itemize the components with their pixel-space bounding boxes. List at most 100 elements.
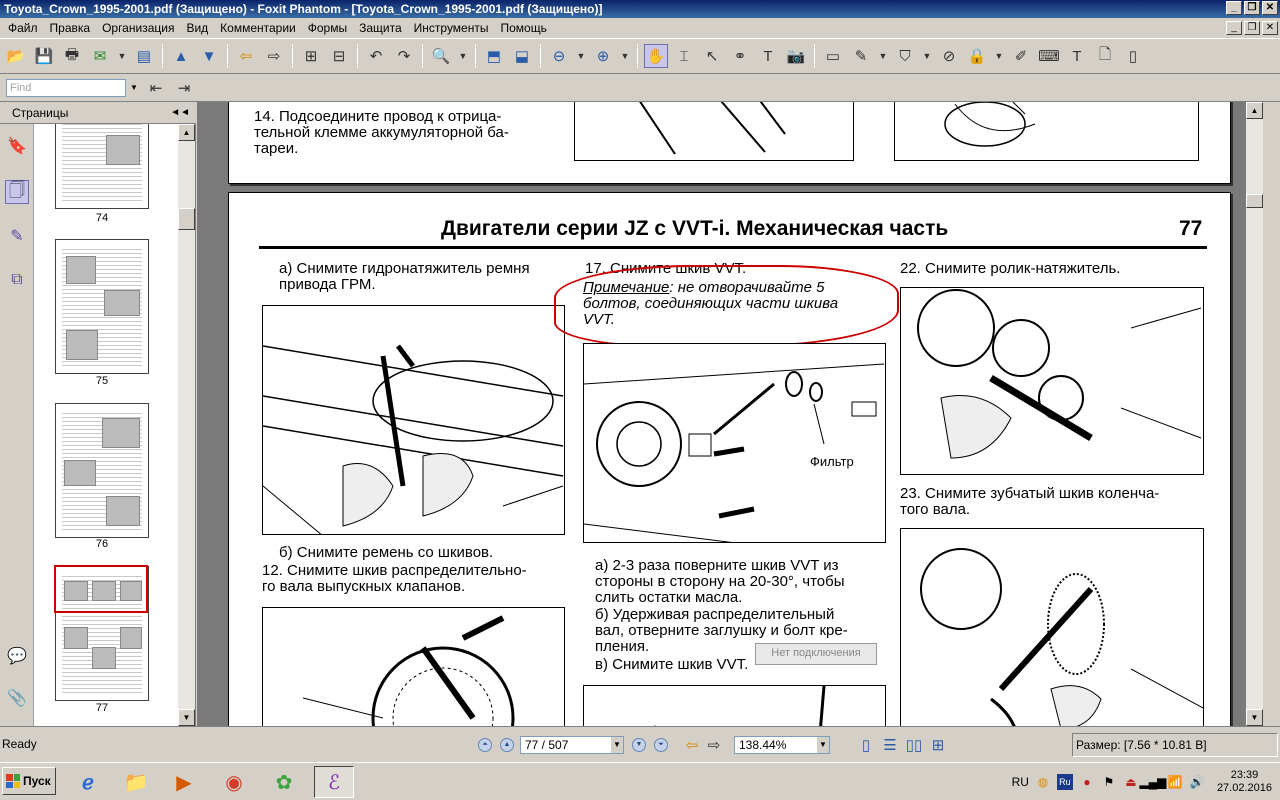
document-viewer[interactable]: 14. Подсоедините провод к отрица- тельно… [197, 102, 1263, 726]
menu-forms[interactable]: Формы [302, 21, 353, 35]
doc-close-button[interactable]: ✕ [1262, 21, 1278, 35]
continuous-icon[interactable]: ☰ [878, 733, 902, 757]
zoom-in-icon[interactable]: ⊕ [591, 44, 615, 68]
page-down-icon[interactable]: ▼ [197, 44, 221, 68]
document-icon[interactable]: ▯ [1121, 44, 1145, 68]
previous-page-icon[interactable]: ▲ [500, 738, 514, 752]
document-scrollbar[interactable]: ▲ ▼ [1246, 102, 1263, 726]
menu-comments[interactable]: Комментарии [214, 21, 302, 35]
doc-minimize-button[interactable]: _ [1226, 21, 1242, 35]
tray-app-icon[interactable]: ◍ [1035, 774, 1051, 790]
hand-tool-icon[interactable]: ✋ [644, 44, 668, 68]
zoom-out-icon[interactable]: ⊖ [547, 44, 571, 68]
comments-icon[interactable]: ✎ [5, 224, 29, 248]
hide-annotations-icon[interactable]: ⊘ [937, 44, 961, 68]
page-dropdown-icon[interactable]: ▼ [611, 737, 623, 753]
previous-view-icon[interactable]: ⇦ [680, 733, 704, 757]
thumbnail-page[interactable] [55, 124, 149, 209]
first-page-icon[interactable]: ⏶ [478, 738, 492, 752]
page-up-icon[interactable]: ▲ [169, 44, 193, 68]
collapse-panel-icon[interactable]: ◄◄ [170, 102, 190, 124]
email-icon[interactable]: ✉ [88, 44, 112, 68]
lock-icon[interactable]: 🔒 [965, 44, 989, 68]
doc-restore-button[interactable]: ❐ [1244, 21, 1260, 35]
menu-organize[interactable]: Организация [96, 21, 180, 35]
menu-edit[interactable]: Правка [44, 21, 97, 35]
find-input[interactable]: Find [6, 78, 126, 97]
next-view-icon[interactable]: ⇨ [702, 733, 726, 757]
chrome-icon[interactable]: ◉ [214, 766, 254, 798]
file-explorer-icon[interactable]: 📁 [116, 766, 156, 798]
pencil-icon[interactable]: ✎ [849, 44, 873, 68]
next-page-icon[interactable]: ▼ [632, 738, 646, 752]
bookmarks-icon[interactable]: 🔖 [5, 134, 29, 158]
fit-width-icon[interactable]: ⬓ [510, 44, 534, 68]
open-folder-icon[interactable]: 📂 [4, 44, 28, 68]
attachments-icon[interactable]: 📎 [5, 686, 29, 710]
pencil-dropdown-icon[interactable]: ▼ [877, 44, 889, 68]
text-box-icon[interactable]: T [1065, 44, 1089, 68]
zoom-input[interactable]: 138.44% ▼ [734, 736, 830, 754]
safely-remove-icon[interactable]: ⏏ [1123, 774, 1139, 790]
zoom-in-dropdown-icon[interactable]: ▼ [619, 44, 631, 68]
keyboard-layout-icon[interactable]: Ru [1056, 774, 1073, 790]
zoom-select-dropdown-icon[interactable]: ▼ [817, 737, 829, 753]
scroll-up-icon[interactable]: ▲ [178, 124, 195, 141]
thumbnails-scrollbar[interactable]: ▲ ▼ [178, 124, 195, 726]
find-previous-icon[interactable]: ⇤ [144, 76, 168, 100]
undo-icon[interactable]: ↶ [364, 44, 388, 68]
extract-page-icon[interactable]: ⊟ [327, 44, 351, 68]
select-text-icon[interactable]: ⌶ [672, 44, 696, 68]
thumbnail-page[interactable] [54, 565, 149, 701]
clock[interactable]: 23:39 27.02.2016 [1217, 769, 1272, 795]
tray-red-icon[interactable]: ● [1079, 774, 1095, 790]
find-next-icon[interactable]: ⇥ [172, 76, 196, 100]
start-button[interactable]: Пуск [2, 767, 56, 795]
menu-protect[interactable]: Защита [353, 21, 408, 35]
doc-scroll-thumb[interactable] [1246, 194, 1263, 208]
stamp-dropdown-icon[interactable]: ▼ [921, 44, 933, 68]
menu-help[interactable]: Помощь [494, 21, 552, 35]
thumbnail-page[interactable] [55, 239, 149, 374]
scroll-thumb[interactable] [178, 208, 195, 230]
zoom-tool-icon[interactable]: 🔍 [429, 44, 453, 68]
menu-file[interactable]: Файл [2, 21, 44, 35]
icq-icon[interactable]: ✿ [264, 766, 304, 798]
red-circle-annotation[interactable] [554, 265, 899, 347]
email-dropdown-icon[interactable]: ▼ [116, 44, 128, 68]
flag-icon[interactable]: ⚑ [1101, 774, 1117, 790]
internet-explorer-icon[interactable]: ℯ [68, 766, 108, 798]
insert-page-icon[interactable]: ⊞ [299, 44, 323, 68]
fit-page-icon[interactable]: ⬒ [482, 44, 506, 68]
menu-view[interactable]: Вид [180, 21, 214, 35]
media-player-icon[interactable]: ▶ [164, 766, 204, 798]
forward-icon[interactable]: ⇨ [262, 44, 286, 68]
scan-icon[interactable]: ▤ [132, 44, 156, 68]
pages-icon[interactable]: 🗍 [5, 180, 29, 204]
zoom-out-dropdown-icon[interactable]: ▼ [575, 44, 587, 68]
select-arrow-icon[interactable]: ↖ [700, 44, 724, 68]
network-icon[interactable]: ▂▄▆ [1139, 774, 1166, 790]
typewriter-icon[interactable]: ⌨ [1037, 44, 1061, 68]
stamp-icon[interactable]: ⛉ [893, 44, 917, 68]
last-page-icon[interactable]: ⏷ [654, 738, 668, 752]
note-icon[interactable]: 🗋 [1093, 44, 1117, 68]
page-number-input[interactable]: 77 / 507 ▼ [520, 736, 624, 754]
minimize-button[interactable]: _ [1226, 1, 1242, 15]
menu-tools[interactable]: Инструменты [408, 21, 495, 35]
rectangle-tool-icon[interactable]: ▭ [821, 44, 845, 68]
edit-icon[interactable]: ✐ [1009, 44, 1033, 68]
single-page-icon[interactable]: ▯ [854, 733, 878, 757]
layers-icon[interactable]: ⧉ [5, 268, 29, 292]
text-tool-icon[interactable]: T [756, 44, 780, 68]
thumbnail-page[interactable] [55, 403, 149, 538]
volume-icon[interactable]: 🔊 [1189, 774, 1205, 790]
zoom-dropdown-icon[interactable]: ▼ [457, 44, 469, 68]
back-icon[interactable]: ⇦ [234, 44, 258, 68]
language-indicator[interactable]: RU [1012, 775, 1029, 789]
continuous-facing-icon[interactable]: ⊞ [926, 733, 950, 757]
comment-list-icon[interactable]: 💬 [5, 644, 29, 668]
foxit-taskbar-icon[interactable]: ℰ [314, 766, 354, 798]
signal-icon[interactable]: 📶 [1167, 774, 1183, 790]
maximize-button[interactable]: ❐ [1244, 1, 1260, 15]
